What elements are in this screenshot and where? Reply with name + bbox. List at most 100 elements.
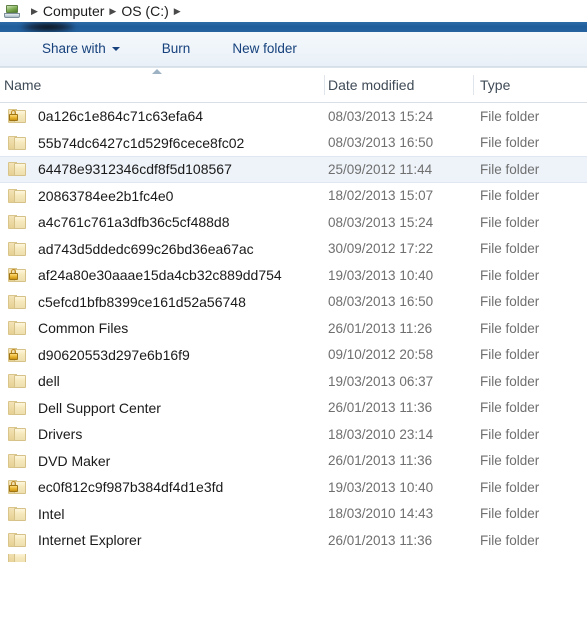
column-header-name-label: Name [4, 76, 42, 93]
file-row[interactable]: Dell Support Center 26/01/2013 11:36 File … [0, 395, 587, 422]
column-header-date-label: Date modified [328, 76, 415, 93]
folder-icon [8, 426, 27, 442]
file-type-cell: File folder [480, 373, 540, 389]
burn-label: Burn [161, 41, 191, 57]
folder-icon [8, 453, 27, 469]
burn-button[interactable]: Burn [152, 36, 201, 62]
folder-icon [8, 135, 27, 151]
content-blank-area [0, 573, 587, 627]
file-date-cell: 18/03/2010 23:14 [328, 426, 434, 442]
file-name-cell: Drivers [38, 426, 83, 443]
file-row[interactable]: 64478e9312346cdf8f5d108567 25/09/2012 11:… [0, 156, 587, 183]
file-name-cell: dell [38, 373, 60, 390]
file-type-cell: File folder [480, 188, 540, 204]
breadcrumb-separator-icon[interactable]: ▶ [169, 6, 186, 16]
file-name-cell: Common Files [38, 320, 129, 337]
breadcrumb-item-os-c[interactable]: OS (C:) [121, 4, 168, 18]
breadcrumb-separator-icon: ▶ [109, 5, 117, 16]
file-date-cell: 18/03/2010 14:43 [328, 506, 434, 522]
file-type-cell: File folder [480, 267, 540, 283]
file-row[interactable]: Internet Explorer 26/01/2013 11:36 File fo… [0, 527, 587, 554]
file-date-cell: 18/02/2013 15:07 [328, 188, 434, 204]
folder-icon [8, 188, 27, 204]
locked-folder-icon [8, 479, 27, 495]
file-date-cell: 26/01/2013 11:36 [328, 400, 433, 416]
file-row[interactable]: dell 19/03/2013 06:37 File folder [0, 368, 587, 395]
file-list[interactable]: 0a126c1e864c71c63efa64 08/03/2013 15:24 Fi… [0, 103, 587, 573]
chevron-down-icon [111, 47, 120, 51]
file-row[interactable]: c5efcd1bfb8399ce161d52a56748 08/03/2013 1… [0, 289, 587, 316]
file-type-cell: File folder [480, 108, 540, 124]
file-name-cell: a4c761c761a3dfb36c5cf488d8 [38, 214, 230, 231]
file-name-cell: 64478e9312346cdf8f5d108567 [38, 161, 232, 178]
file-name-cell: ec0f812c9f987b384df4d1e3fd [38, 479, 224, 496]
breadcrumb-separator-icon: ▶ [31, 5, 38, 16]
locked-folder-icon [8, 267, 27, 283]
file-name-cell: af24a80e30aaae15da4cb32c889dd754 [38, 267, 282, 284]
file-date-cell: 08/03/2013 16:50 [328, 294, 434, 310]
folder-icon [8, 553, 27, 562]
file-type-cell: File folder [480, 479, 540, 495]
file-type-cell: File folder [480, 320, 540, 336]
file-row[interactable]: Intel 18/03/2010 14:43 File folder [0, 501, 587, 528]
file-date-cell: 19/03/2013 10:40 [328, 267, 434, 283]
file-date-cell: 19/03/2013 10:40 [328, 479, 434, 495]
file-date-cell: 08/03/2013 15:24 [328, 214, 434, 230]
file-date-cell: 26/01/2013 11:36 [328, 453, 433, 469]
column-divider-date-type[interactable] [473, 75, 474, 95]
column-header-row: Name Date modified Type [0, 67, 587, 103]
file-type-cell: File folder [480, 506, 540, 522]
file-type-cell: File folder [480, 426, 540, 442]
file-row[interactable]: a4c761c761a3dfb36c5cf488d8 08/03/2013 15:… [0, 209, 587, 236]
file-row[interactable]: 0a126c1e864c71c63efa64 08/03/2013 15:24 Fi… [0, 103, 587, 130]
file-type-cell: File folder [480, 241, 540, 257]
file-date-cell: 08/03/2013 16:50 [328, 135, 434, 151]
file-name-cell: 0a126c1e864c71c63efa64 [38, 108, 204, 125]
redacted-region [22, 22, 74, 32]
file-type-cell: File folder [480, 294, 540, 310]
file-name-cell: c5efcd1bfb8399ce161d52a56748 [38, 293, 246, 310]
file-row[interactable]: af24a80e30aaae15da4cb32c889dd754 19/03/20… [0, 262, 587, 289]
file-date-cell: 26/01/2013 11:36 [328, 532, 433, 548]
file-row[interactable]: ad743d5ddedc699c26bd36ea67ac 30/09/2012 1… [0, 236, 587, 263]
breadcrumb-item-computer[interactable]: Computer [43, 4, 104, 18]
file-row-partial[interactable] [0, 553, 587, 562]
computer-icon [4, 4, 21, 19]
file-row[interactable]: 55b74dc6427c1d529f6cece8fc02 08/03/2013 1… [0, 130, 587, 157]
new-folder-label: New folder [232, 41, 297, 57]
file-name-cell: 55b74dc6427c1d529f6cece8fc02 [38, 134, 245, 151]
file-row[interactable]: d90620553d297e6b16f9 09/10/2012 20:58 File… [0, 342, 587, 369]
folder-icon [8, 400, 27, 416]
file-type-cell: File folder [480, 135, 540, 151]
file-name-cell: Dell Support Center [38, 399, 161, 416]
file-row[interactable]: ec0f812c9f987b384df4d1e3fd 19/03/2013 10:… [0, 474, 587, 501]
address-bar[interactable]: ▶ Computer ▶ OS (C:) ▶ [0, 0, 587, 22]
file-date-cell: 30/09/2012 17:22 [328, 241, 434, 257]
folder-icon [8, 532, 27, 548]
share-with-button[interactable]: Share with [32, 36, 130, 62]
column-header-date-modified[interactable]: Date modified [328, 67, 473, 102]
column-header-name[interactable]: Name [4, 67, 326, 102]
folder-icon [8, 214, 27, 230]
folder-icon [8, 373, 27, 389]
folder-icon [8, 506, 27, 522]
file-name-cell: 20863784ee2b1fc4e0 [38, 187, 174, 204]
file-row[interactable]: Drivers 18/03/2010 23:14 File folder [0, 421, 587, 448]
column-header-type[interactable]: Type [480, 67, 585, 102]
file-name-cell: Internet Explorer [38, 532, 142, 549]
column-divider-name-date[interactable] [324, 75, 325, 95]
file-date-cell: 25/09/2012 11:44 [328, 161, 433, 177]
file-name-cell: Intel [38, 505, 65, 522]
new-folder-button[interactable]: New folder [222, 36, 307, 62]
file-date-cell: 08/03/2013 15:24 [328, 108, 434, 124]
command-toolbar: Share with Burn New folder [0, 32, 587, 67]
file-row[interactable]: 20863784ee2b1fc4e0 18/02/2013 15:07 File f… [0, 183, 587, 210]
file-row[interactable]: Common Files 26/01/2013 11:26 File folder [0, 315, 587, 342]
folder-icon [8, 320, 27, 336]
lock-icon [9, 269, 18, 281]
file-row[interactable]: DVD Maker 26/01/2013 11:36 File folder [0, 448, 587, 475]
lock-icon [9, 481, 18, 493]
file-type-cell: File folder [480, 347, 540, 363]
file-type-cell: File folder [480, 400, 540, 416]
accent-divider-strip [0, 22, 587, 32]
